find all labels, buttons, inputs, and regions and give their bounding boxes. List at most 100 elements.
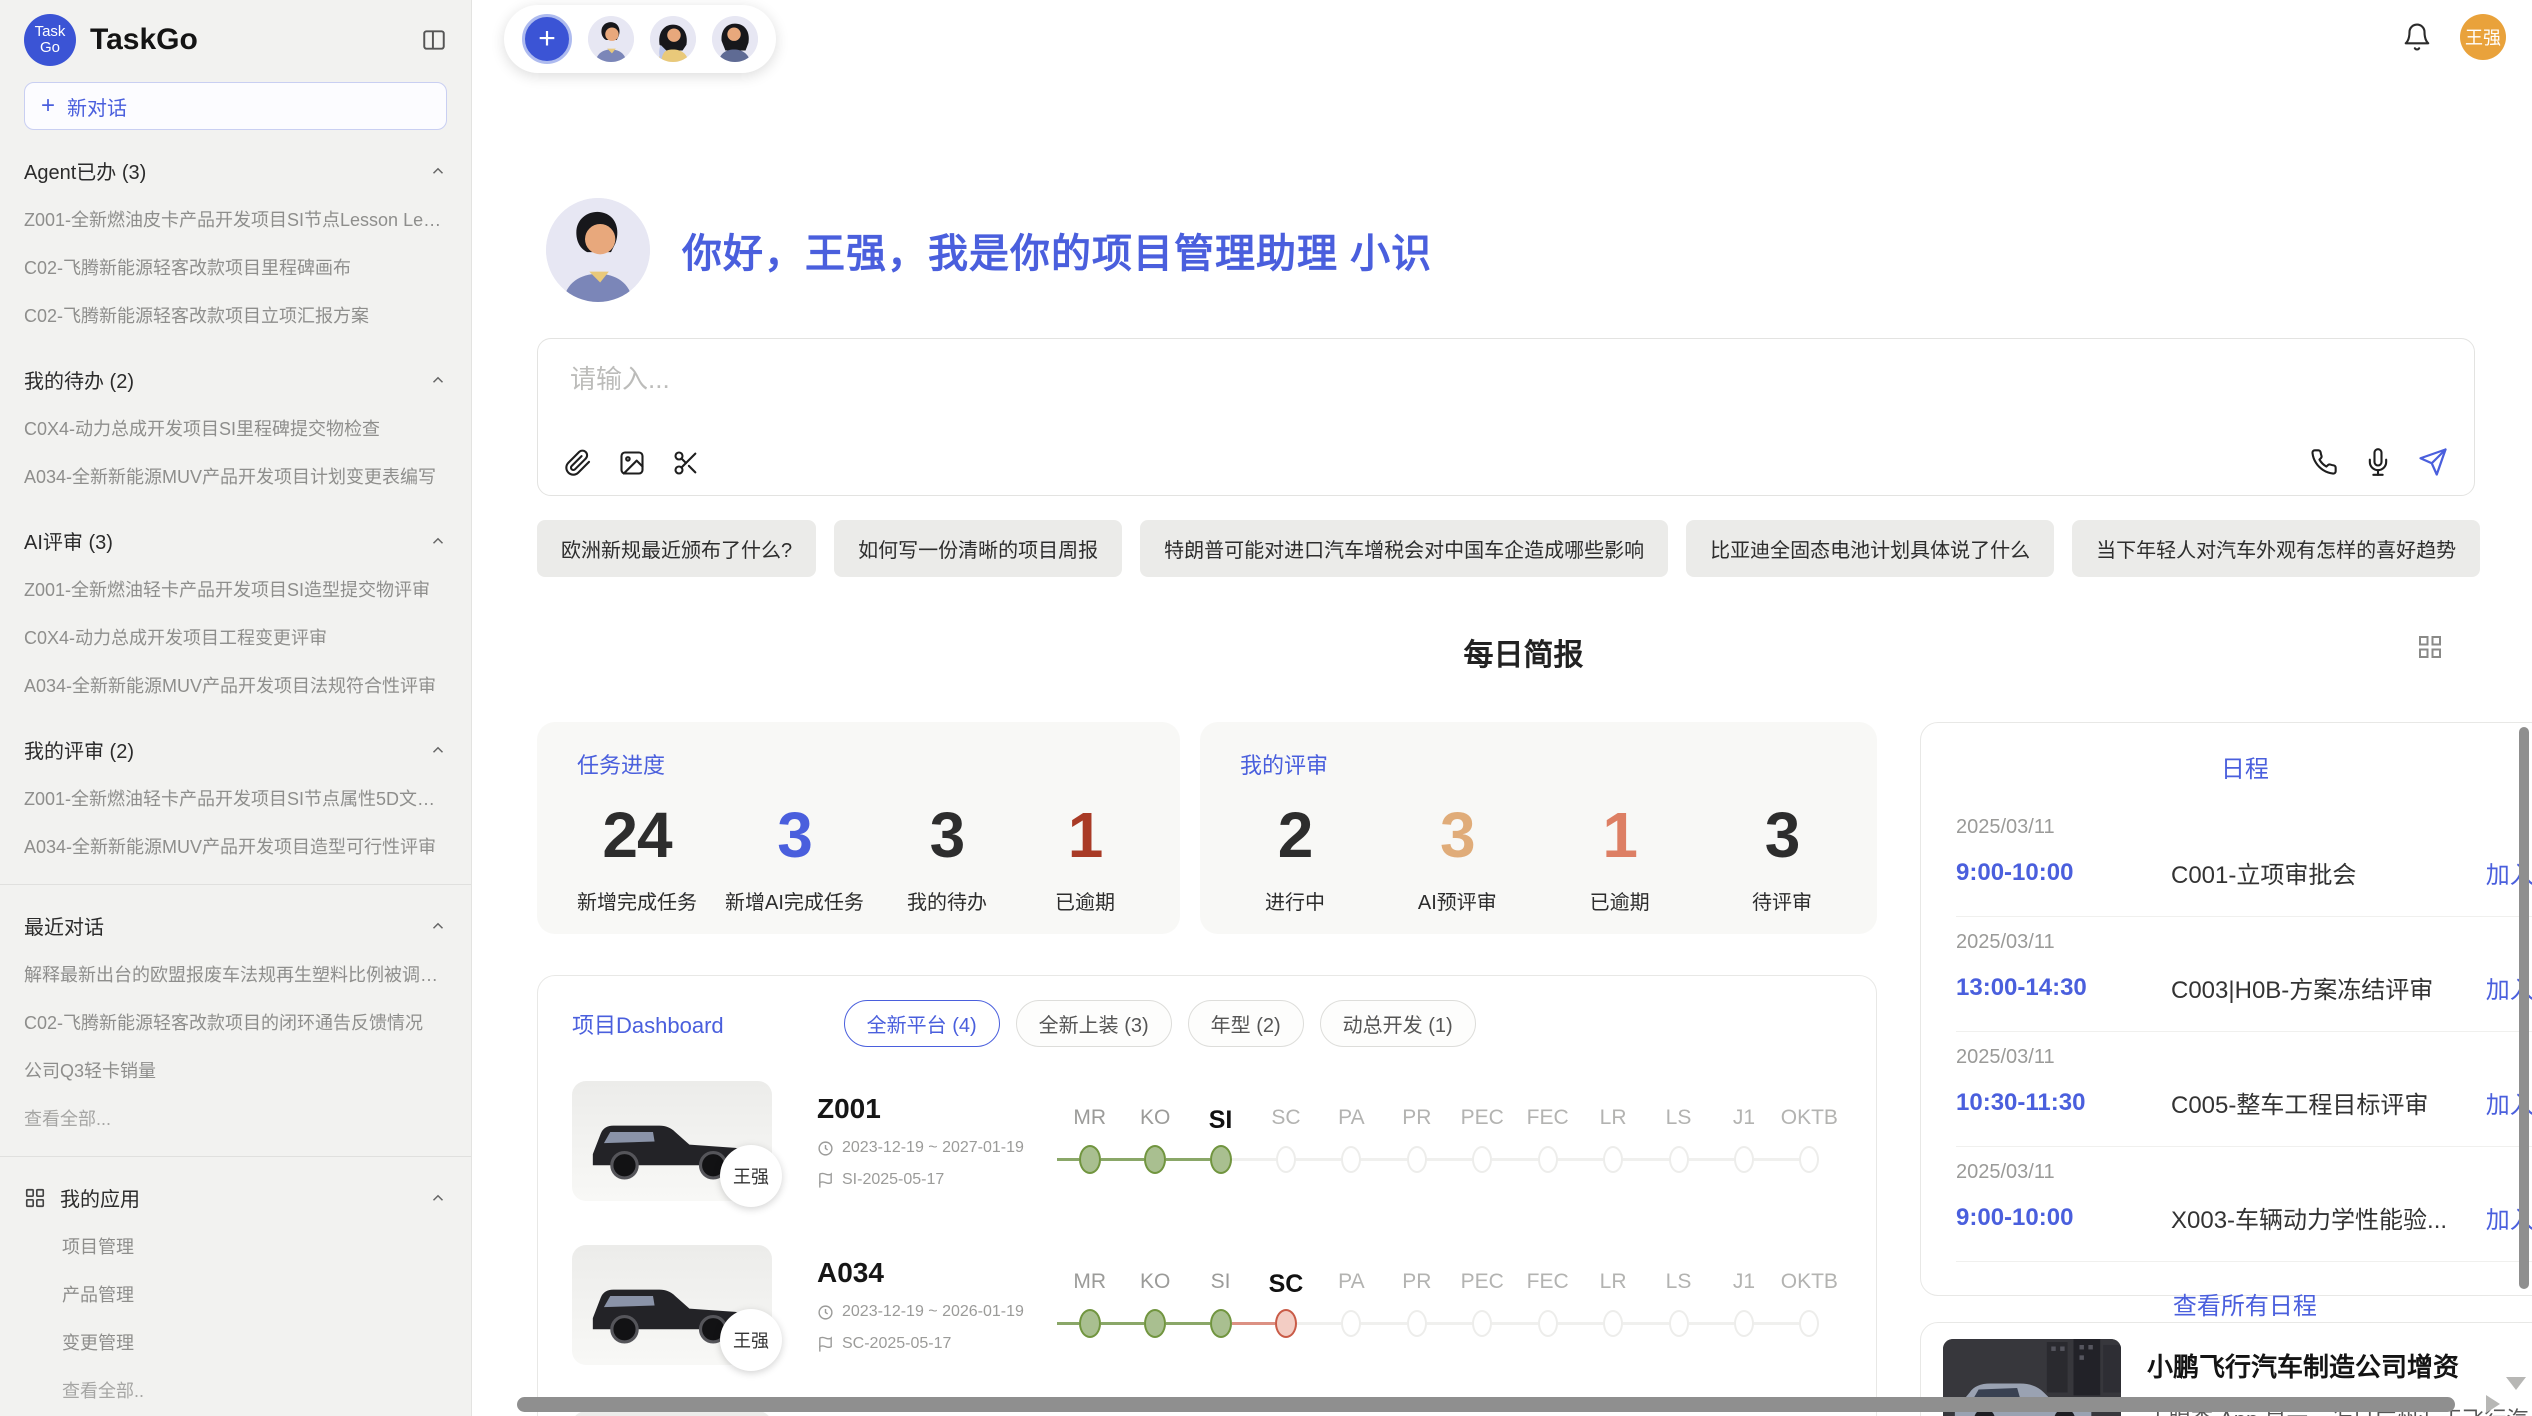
project-row-z001[interactable]: 王强 Z001 2023-12-19 ~ 2027-01-19 [572,1081,1842,1201]
chevron-up-icon[interactable] [429,371,447,389]
schedule-name: C003|H0B-方案冻结评审 [2171,970,2486,1005]
stats-row: 任务进度 24 新增完成任务 3 新增AI完成任务 [537,722,1877,934]
sidebar-item[interactable]: A034-全新新能源MUV产品开发项目法规符合性评审 [24,661,447,709]
chevron-up-icon[interactable] [429,162,447,180]
sidebar-item[interactable]: 公司Q3轻卡销量 [24,1046,447,1094]
section-ai-review[interactable]: AI评审 (3) [24,520,447,561]
section-recent-chats[interactable]: 最近对话 [24,905,447,946]
project-row-a034[interactable]: 王强 A034 2023-12-19 ~ 2026-01-19 [572,1245,1842,1365]
chevron-up-icon[interactable] [429,741,447,759]
image-icon[interactable] [618,449,646,477]
view-all-apps[interactable]: 查看全部.. [24,1366,447,1414]
milestone-line [1101,1322,1123,1325]
milestone-KO: KO [1122,1270,1187,1340]
sidebar-item[interactable]: Z001-全新燃油轻卡产品开发项目SI节点属性5D文件评审 [24,774,447,822]
app-item-product-mgmt[interactable]: 产品管理 [24,1270,447,1318]
filter-chip-new-body[interactable]: 全新上装 (3) [1016,1000,1172,1047]
milestone-MR: MR [1057,1270,1122,1340]
milestone-line [1122,1322,1144,1325]
milestone-node [1734,1310,1754,1337]
schedule-title: 日程 [1956,749,2532,784]
suggestion-chip[interactable]: 如何写一份清晰的项目周报 [834,520,1122,577]
sidebar-item[interactable]: C0X4-动力总成开发项目SI里程碑提交物检查 [24,404,447,452]
milestone-FEC: FEC [1515,1106,1580,1176]
section-title: 最近对话 [24,911,104,940]
filter-chip-new-platform[interactable]: 全新平台 (4) [844,1000,1000,1047]
send-icon[interactable] [2418,447,2448,477]
sidebar-item[interactable]: C0X4-动力总成开发项目工程变更评审 [24,613,447,661]
sidebar-item[interactable]: A034-全新新能源MUV产品开发项目计划变更表编写 [24,452,447,500]
milestone-label: SI [1188,1106,1253,1136]
schedule-card: 日程 2025/03/11 9:00-10:00 C001-立项审批会 加入 2… [1920,722,2532,1296]
flag-icon [817,1336,834,1353]
milestone-label: LS [1646,1270,1711,1300]
new-chat-button[interactable]: + 新对话 [24,82,447,130]
milestone-node [1210,1309,1232,1338]
scroll-down-icon[interactable] [2506,1377,2526,1390]
stat-value: 2 [1240,798,1350,872]
filter-chip-powertrain[interactable]: 动总开发 (1) [1320,1000,1476,1047]
sidebar-item[interactable]: Z001-全新燃油轻卡产品开发项目SI造型提交物评审 [24,565,447,613]
app-item-project-mgmt[interactable]: 项目管理 [24,1222,447,1270]
sidebar-collapse-icon[interactable] [421,27,447,53]
schedule-time: 9:00-10:00 [1956,1204,2171,1232]
chevron-up-icon[interactable] [429,917,447,935]
section-my-todo[interactable]: 我的待办 (2) [24,359,447,400]
chevron-up-icon[interactable] [429,532,447,550]
vertical-scrollbar[interactable] [2519,727,2529,1289]
stat-value: 1 [1030,798,1140,872]
project-dates: 2023-12-19 ~ 2027-01-19 [817,1139,1057,1157]
sidebar-item[interactable]: C02-飞腾新能源轻客改款项目立项汇报方案 [24,291,447,339]
date-range: 2023-12-19 ~ 2027-01-19 [842,1139,1024,1157]
milestone-line [1384,1322,1407,1325]
sidebar-item[interactable]: C02-飞腾新能源轻客改款项目里程碑画布 [24,243,447,291]
view-all-schedule[interactable]: 查看所有日程 [1956,1262,2532,1321]
sidebar-header: Task Go TaskGo [24,0,447,76]
dashboard-header: 项目Dashboard 全新平台 (4) 全新上装 (3) 年型 (2) 动总开… [572,1000,1842,1047]
suggestion-chip[interactable]: 特朗普可能对进口汽车增税会对中国车企造成哪些影响 [1140,520,1668,577]
layout-grid-icon[interactable] [2415,632,2445,662]
suggestion-chip[interactable]: 当下年轻人对汽车外观有怎样的喜好趋势 [2072,520,2480,577]
milestone-label: MR [1057,1106,1122,1136]
sidebar-item[interactable]: Z001-全新燃油皮卡产品开发项目SI节点Lesson Learn报告 [24,195,447,243]
milestone-node [1144,1309,1166,1338]
milestone-line [1188,1158,1210,1161]
paperclip-icon[interactable] [564,449,592,477]
milestone-node [1144,1145,1166,1174]
suggestion-chip[interactable]: 比亚迪全固态电池计划具体说了什么 [1686,520,2054,577]
project-code: A034 [817,1257,1057,1289]
stat-review-overdue: 1 已逾期 [1565,798,1675,915]
news-title: 小鹏飞行汽车制造公司增资 [2147,1347,2532,1384]
section-agent-done[interactable]: Agent已办 (3) [24,150,447,191]
message-input[interactable] [568,363,1885,396]
section-my-review[interactable]: 我的评审 (2) [24,729,447,770]
schedule-time: 10:30-11:30 [1956,1089,2171,1117]
sidebar-item[interactable]: C02-飞腾新能源轻客改款项目的闭环通告反馈情况 [24,998,447,1046]
milestone-FEC: FEC [1515,1270,1580,1340]
milestone-label: LS [1646,1106,1711,1136]
greeting-text: 你好，王强，我是你的项目管理助理 小识 [682,221,1432,279]
milestone-track: MRKOSISCPAPRPECFECLRLSJ1OKTB [1057,1106,1842,1176]
suggestion-chip[interactable]: 欧洲新规最近颁布了什么? [537,520,816,577]
scissors-icon[interactable] [672,449,700,477]
main-content: 你好，王强，我是你的项目管理助理 小识 欧洲新规最近颁布了什么? 如何写一份清晰… [537,0,2510,1416]
view-all-chats[interactable]: 查看全部... [24,1094,447,1142]
milestone-line [1515,1322,1538,1325]
phone-icon[interactable] [2310,448,2338,476]
sidebar-item[interactable]: A034-全新新能源MUV产品开发项目造型可行性评审 [24,822,447,870]
milestone-label: SC [1253,1270,1318,1300]
milestone-node [1734,1146,1754,1173]
filter-chip-year-model[interactable]: 年型 (2) [1188,1000,1304,1047]
stat-label: 已逾期 [1030,886,1140,915]
stat-value: 3 [725,798,864,872]
milestone-OKTB: OKTB [1777,1270,1842,1340]
mic-icon[interactable] [2364,448,2392,476]
schedule-entry: 2025/03/11 13:00-14:30 C003|H0B-方案冻结评审 加… [1956,917,2532,1032]
app-item-change-mgmt[interactable]: 变更管理 [24,1318,447,1366]
stat-label: 待评审 [1727,886,1837,915]
section-my-apps[interactable]: 我的应用 [24,1177,447,1218]
scroll-right-icon[interactable] [2486,1395,2500,1413]
horizontal-scrollbar[interactable] [517,1397,2455,1412]
sidebar-item[interactable]: 解释最新出台的欧盟报废车法规再生塑料比例被调至15%... [24,950,447,998]
chevron-up-icon[interactable] [429,1189,447,1207]
